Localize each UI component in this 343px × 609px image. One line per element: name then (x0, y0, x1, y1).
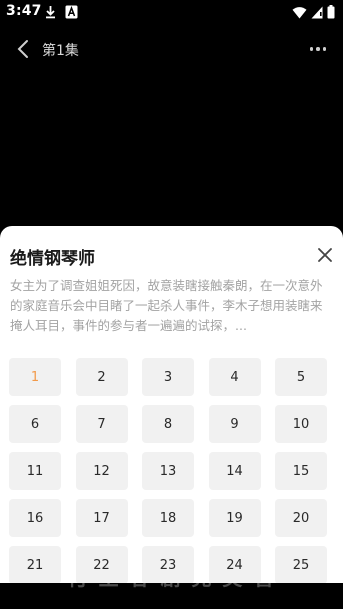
back-chevron-icon (17, 40, 28, 58)
episode-button-6[interactable]: 6 (9, 405, 61, 443)
episode-button-9[interactable]: 9 (208, 405, 261, 443)
episode-button-25[interactable]: 25 (275, 546, 327, 583)
episode-button-7[interactable]: 7 (75, 405, 128, 443)
episode-button-23[interactable]: 23 (142, 546, 194, 583)
episode-button-16[interactable]: 16 (9, 499, 61, 537)
more-button[interactable] (307, 40, 329, 58)
status-time: 3:47 (6, 3, 42, 19)
video-header: 第1集 (0, 34, 343, 64)
drama-description: 女主为了调查姐姐死因，故意装瞎接触秦朗，在一次意外的家庭音乐会中目睹了一起杀人事… (10, 278, 323, 333)
episode-button-22[interactable]: 22 (75, 546, 128, 583)
episode-button-19[interactable]: 19 (208, 499, 261, 537)
episode-button-11[interactable]: 11 (9, 452, 61, 490)
episode-button-4[interactable]: 4 (208, 358, 261, 396)
episode-button-3[interactable]: 3 (142, 358, 194, 396)
episode-sheet: 绝情钢琴师 女主为了调查姐姐死因，故意装瞎接触秦朗，在一次意外的家庭音乐会中目睹… (0, 226, 343, 583)
episode-grid: 1 2 3 4 5 6 7 8 9 10 11 12 13 14 15 16 17 18 19 20 21 22 23 24 2… (9, 358, 335, 583)
episode-button-12[interactable]: 12 (75, 452, 128, 490)
close-icon (318, 248, 332, 262)
signal-icon (311, 4, 323, 23)
episode-button-13[interactable]: 13 (142, 452, 194, 490)
close-button[interactable] (315, 245, 335, 265)
episode-button-21[interactable]: 21 (9, 546, 61, 583)
episode-button-14[interactable]: 14 (208, 452, 261, 490)
download-icon (44, 4, 57, 23)
episode-button-2[interactable]: 2 (75, 358, 128, 396)
a-badge-icon (65, 4, 78, 23)
status-left-icons (44, 4, 78, 23)
battery-icon (327, 4, 335, 23)
status-bar: 3:47 (0, 0, 343, 24)
status-right-icons (292, 4, 335, 23)
episode-button-18[interactable]: 18 (142, 499, 194, 537)
episode-button-17[interactable]: 17 (75, 499, 128, 537)
episode-button-5[interactable]: 5 (275, 358, 327, 396)
episode-button-20[interactable]: 20 (275, 499, 327, 537)
drama-title: 绝情钢琴师 (10, 249, 95, 269)
episode-button-1[interactable]: 1 (9, 358, 61, 396)
episode-button-8[interactable]: 8 (142, 405, 194, 443)
wifi-icon (292, 4, 307, 23)
episode-title: 第1集 (42, 43, 79, 59)
episode-button-24[interactable]: 24 (208, 546, 261, 583)
episode-button-10[interactable]: 10 (275, 405, 327, 443)
episode-button-15[interactable]: 15 (275, 452, 327, 490)
back-button[interactable] (14, 38, 34, 60)
more-dots-icon (309, 47, 314, 51)
